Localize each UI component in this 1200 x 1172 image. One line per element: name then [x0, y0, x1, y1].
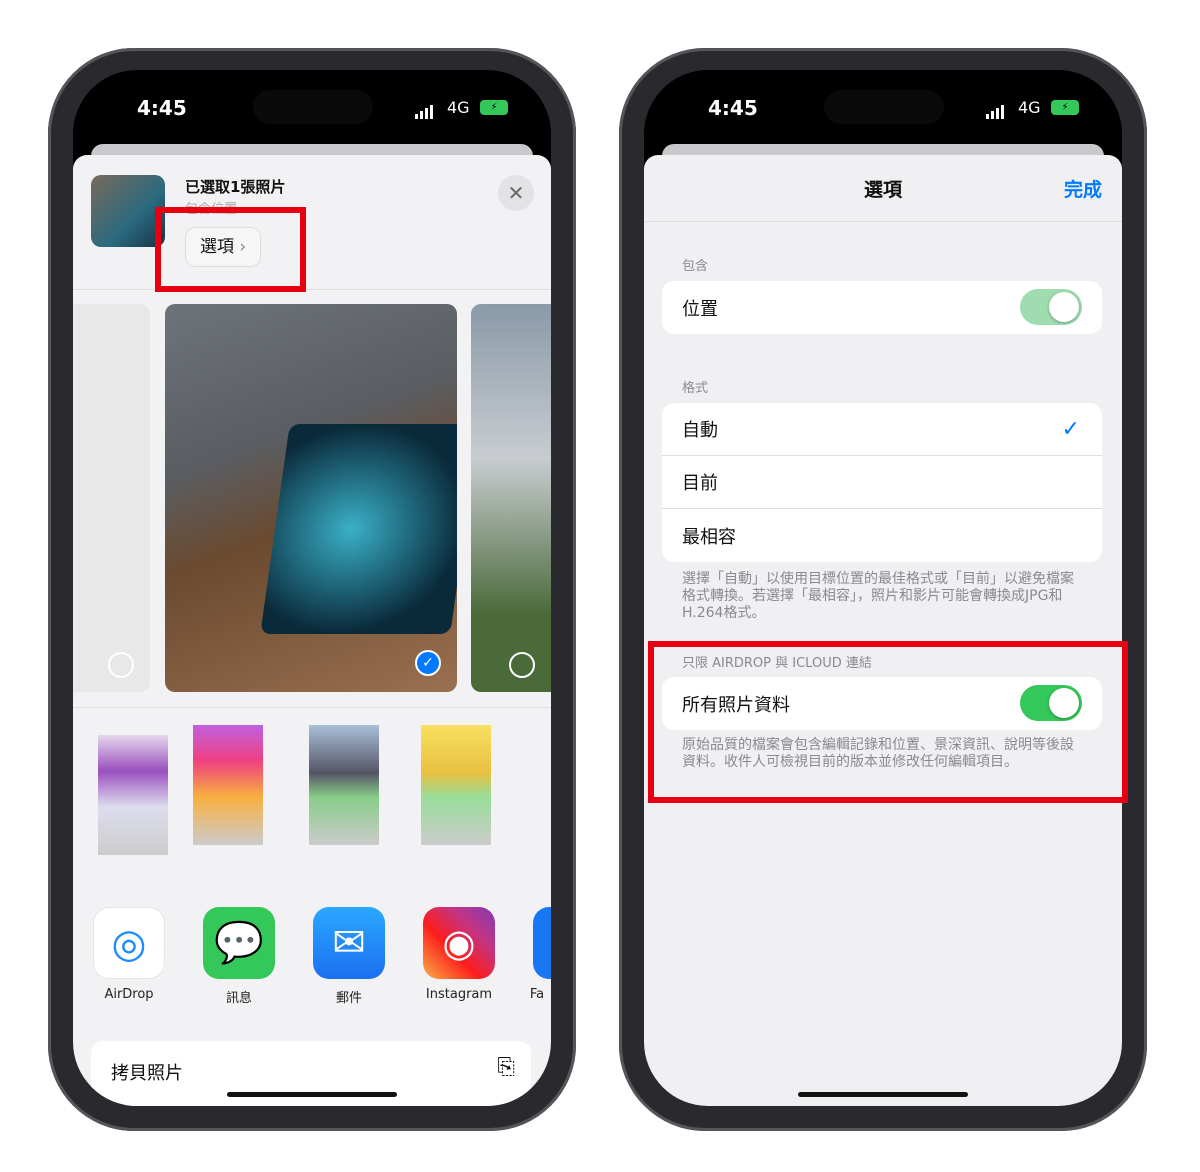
app-label: 郵件 [335, 991, 362, 1006]
app-label: Fa [529, 987, 545, 1002]
messages-icon[interactable]: 💬 [203, 907, 275, 979]
close-icon[interactable]: ✕ [498, 175, 534, 211]
highlight-box [155, 207, 306, 292]
format-option-auto[interactable]: 自動 ✓ [662, 403, 1102, 456]
contact-avatar-blurred[interactable] [421, 725, 491, 845]
photo-thumbnail-next[interactable] [471, 304, 551, 692]
select-circle[interactable] [108, 652, 134, 678]
option-label: 目前 [682, 473, 718, 494]
battery-icon: ⚡ [480, 100, 508, 115]
instagram-icon[interactable]: ◉ [423, 907, 495, 979]
options-sheet: 選項 完成 包含 位置 格式 自動 ✓ 目前 最相容 選擇「自動」以使用目標位置的… [644, 155, 1122, 1106]
photo-thumbnail-prev[interactable] [73, 304, 150, 692]
option-label: 最相容 [682, 526, 736, 548]
select-circle[interactable] [509, 652, 535, 678]
checkmark-icon: ✓ [1061, 416, 1080, 442]
checkmark-selected-icon[interactable]: ✓ [415, 650, 441, 676]
format-option-current[interactable]: 目前 [662, 456, 1102, 509]
done-button[interactable]: 完成 [1064, 175, 1102, 202]
contact-avatar-blurred[interactable] [98, 735, 168, 855]
signal-icon [986, 100, 1006, 119]
selected-photo-thumbnail [91, 175, 165, 247]
divider [644, 221, 1122, 222]
status-time: 4:45 [137, 96, 187, 120]
right-phone: 4:45 4G ⚡ 選項 完成 包含 位置 格式 自動 ✓ 目前 最相容 選擇「自… [619, 48, 1147, 1131]
include-header: 包含 [682, 259, 709, 274]
location-label: 位置 [682, 298, 718, 320]
header-title: 已選取1張照片 [185, 178, 286, 196]
share-sheet: 已選取1張照片 包含位置 選項 › ✕ ✓ ◎ AirDrop 💬 訊息 ✉ 郵… [73, 155, 551, 1106]
location-row: 位置 [662, 281, 1102, 334]
airdrop-icon[interactable]: ◎ [93, 907, 165, 979]
include-group: 位置 [662, 281, 1102, 334]
left-phone: 4:45 4G ⚡ 已選取1張照片 包含位置 選項 › ✕ ✓ ◎ AirDro… [48, 48, 576, 1131]
app-label: 訊息 [225, 991, 252, 1006]
format-group: 自動 ✓ 目前 最相容 [662, 403, 1102, 562]
left-screen: 4:45 4G ⚡ 已選取1張照片 包含位置 選項 › ✕ ✓ ◎ AirDro… [73, 70, 551, 1106]
signal-icon [415, 100, 435, 119]
battery-icon: ⚡ [1051, 100, 1079, 115]
facebook-icon[interactable] [533, 907, 551, 979]
contact-avatar-blurred[interactable] [193, 725, 263, 845]
location-toggle[interactable] [1020, 289, 1082, 325]
contact-avatar-blurred[interactable] [309, 725, 379, 845]
highlight-box [648, 641, 1128, 803]
format-footer: 選擇「自動」以使用目標位置的最佳格式或「目前」以避免檔案格式轉換。若選擇「最相容… [682, 571, 1074, 621]
network-label: 4G [447, 98, 470, 117]
status-time: 4:45 [708, 96, 758, 120]
laptop-image [260, 424, 457, 634]
divider [73, 707, 551, 708]
copy-photo-label: 拷貝照片 [111, 1063, 183, 1084]
app-label: AirDrop [104, 987, 154, 1002]
copy-icon: ⎘ [497, 1055, 515, 1080]
format-option-most-compatible[interactable]: 最相容 [662, 509, 1102, 562]
format-header: 格式 [682, 381, 709, 396]
home-indicator [798, 1092, 968, 1097]
home-indicator [227, 1092, 397, 1097]
option-label: 自動 [682, 420, 718, 441]
dynamic-island [824, 90, 944, 124]
mail-icon[interactable]: ✉ [313, 907, 385, 979]
dynamic-island [253, 90, 373, 124]
divider [73, 289, 551, 290]
photo-thumbnail-selected[interactable]: ✓ [165, 304, 457, 692]
right-screen: 4:45 4G ⚡ 選項 完成 包含 位置 格式 自動 ✓ 目前 最相容 選擇「自… [644, 70, 1122, 1106]
network-label: 4G [1018, 98, 1041, 117]
nav-title: 選項 [863, 179, 902, 201]
